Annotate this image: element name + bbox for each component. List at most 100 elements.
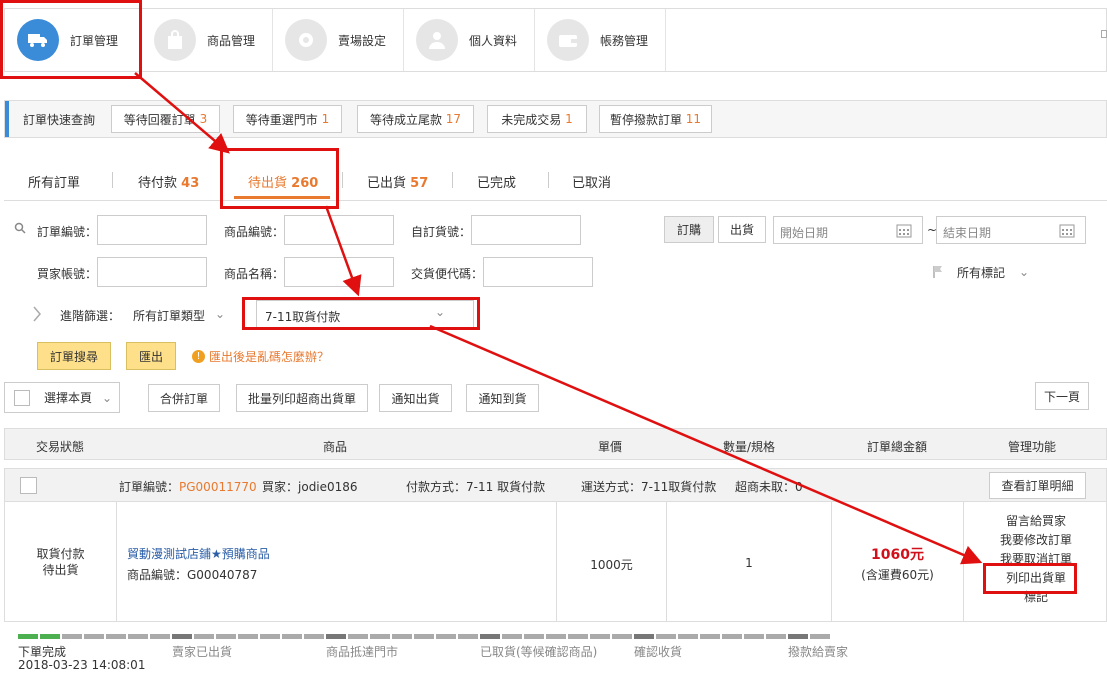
batch-print-button[interactable]: 批量列印超商出貨單: [236, 384, 368, 412]
end-date-input[interactable]: 結束日期: [936, 216, 1086, 244]
transaction-status: 取貨付款 待出貨: [36, 547, 85, 577]
nav-item-accounting[interactable]: 帳務管理: [535, 9, 666, 71]
header-total: 訂單總金額: [867, 440, 928, 454]
progress-segment: [172, 634, 192, 639]
buyer-account-label: 買家帳號：: [37, 267, 98, 281]
progress-step-picked-up: 已取貨(等候確認商品): [480, 645, 598, 659]
header-quantity: 數量/規格: [723, 440, 776, 454]
header-product: 商品: [323, 440, 348, 454]
tab-divider: [548, 172, 549, 188]
notify-arrive-button[interactable]: 通知到貨: [466, 384, 539, 412]
quick-paused-payout-button[interactable]: 暫停撥款訂單 11: [599, 105, 712, 133]
shipping-fee-note: (含運費60元): [861, 568, 934, 582]
order-number: 訂單編號：PG00011770: [119, 480, 257, 494]
product-name-input[interactable]: [284, 257, 394, 287]
tab-divider: [342, 172, 343, 188]
calendar-icon[interactable]: [1059, 223, 1075, 238]
progress-segment: [414, 634, 434, 639]
progress-segment: [568, 634, 588, 639]
header-status: 交易狀態: [36, 440, 85, 454]
tab-all-orders[interactable]: 所有訂單: [28, 172, 80, 191]
shopping-bag-icon: [154, 19, 196, 61]
garbled-help-link[interactable]: ! 匯出後是亂碼怎麼辦？: [192, 348, 329, 365]
progress-segment: [84, 634, 104, 639]
tab-pending-payment[interactable]: 待付款 43: [138, 172, 199, 191]
order-number-input[interactable]: [97, 215, 207, 245]
header-unit-price: 單價: [598, 440, 623, 454]
quick-query-title: 訂單快速查詢: [23, 113, 96, 127]
unit-price: 1000元: [590, 558, 633, 572]
progress-segment: [370, 634, 390, 639]
quick-reselect-store-button[interactable]: 等待重選門市 1: [233, 105, 342, 133]
advanced-filter-label: 進階篩選：: [60, 309, 121, 323]
gear-icon: [285, 19, 327, 61]
product-number-input[interactable]: [284, 215, 394, 245]
progress-segment: [436, 634, 456, 639]
progress-segment: [282, 634, 302, 639]
product-name-label: 商品名稱：: [224, 267, 285, 281]
buyer-account-input[interactable]: [97, 257, 207, 287]
tab-divider: [452, 172, 453, 188]
nav-label-profile: 個人資料: [469, 33, 518, 48]
select-page-dropdown[interactable]: 選擇本頁 ⌄: [4, 382, 120, 413]
order-total: 1060元: [871, 547, 924, 563]
next-page-button[interactable]: 下一頁: [1035, 382, 1089, 410]
progress-segment: [392, 634, 412, 639]
tab-shipped[interactable]: 已出貨 57: [367, 172, 428, 191]
progress-segment: [788, 634, 808, 639]
search-icon: [14, 222, 26, 234]
progress-segment: [810, 634, 830, 639]
nav-item-profile[interactable]: 個人資料: [404, 9, 535, 71]
quick-incomplete-button[interactable]: 未完成交易 1: [487, 105, 587, 133]
annotation-box-pending-tab: [220, 148, 339, 209]
progress-segment: [612, 634, 632, 639]
quick-awaiting-reply-button[interactable]: 等待回覆訂單 3: [111, 105, 220, 133]
tabs-divider: [4, 200, 1107, 201]
message-buyer-link[interactable]: 留言給買家: [964, 512, 1107, 531]
quick-final-payment-button[interactable]: 等待成立尾款 17: [357, 105, 474, 133]
person-icon: [416, 19, 458, 61]
date-type-ship-button[interactable]: 出貨: [718, 216, 766, 243]
chevron-down-icon: ⌄: [1019, 265, 1030, 279]
merge-orders-button[interactable]: 合併訂單: [148, 384, 220, 412]
product-name-link[interactable]: 貿動漫測試店鋪★預購商品: [127, 545, 270, 562]
date-type-order-button[interactable]: 訂購: [664, 216, 714, 243]
notify-ship-button[interactable]: 通知出貨: [379, 384, 452, 412]
progress-segment: [62, 634, 82, 639]
start-date-input[interactable]: 開始日期: [773, 216, 923, 244]
order-checkbox[interactable]: [20, 477, 37, 494]
buyer-name: 買家：jodie0186: [262, 480, 358, 494]
chevron-down-icon: ⌄: [102, 390, 113, 405]
custom-number-input[interactable]: [471, 215, 581, 245]
nav-label-accounting: 帳務管理: [600, 33, 649, 48]
progress-timestamp: 2018-03-23 14:08:01: [18, 658, 146, 672]
product-number-label: 商品編號：: [224, 225, 285, 239]
order-header-row: 訂單編號：PG00011770 買家：jodie0186 付款方式：7-11 取…: [4, 468, 1107, 502]
delivery-code-input[interactable]: [483, 257, 593, 287]
modify-order-link[interactable]: 我要修改訂單: [964, 531, 1107, 550]
order-row: 取貨付款 待出貨 貿動漫測試店鋪★預購商品 商品編號：G00040787 100…: [4, 502, 1107, 622]
export-button[interactable]: 匯出: [126, 342, 176, 370]
select-page-checkbox[interactable]: [14, 389, 30, 406]
annotation-box-orders-nav: [0, 0, 142, 79]
progress-segment: [700, 634, 720, 639]
info-icon: !: [192, 350, 205, 363]
nav-item-products[interactable]: 商品管理: [142, 9, 273, 71]
order-type-dropdown[interactable]: 所有訂單類型 ⌄: [133, 307, 225, 324]
progress-step-payout: 撥款給賣家: [788, 645, 849, 659]
quick-query-bar: 訂單快速查詢 等待回覆訂單 3 等待重選門市 1 等待成立尾款 17 未完成交易…: [4, 100, 1107, 138]
nav-item-store-settings[interactable]: 賣場設定: [273, 9, 404, 71]
chevron-down-icon: ⌄: [215, 307, 226, 321]
order-search-button[interactable]: 訂單搜尋: [37, 342, 111, 370]
tab-cancelled[interactable]: 已取消: [572, 172, 611, 191]
progress-segment: [678, 634, 698, 639]
progress-segment: [260, 634, 280, 639]
tab-completed[interactable]: 已完成: [477, 172, 516, 191]
view-order-details-button[interactable]: 查看訂單明細: [989, 472, 1086, 499]
mark-filter-dropdown[interactable]: 所有標記 ⌄: [932, 263, 1029, 281]
progress-step-seller-shipped: 賣家已出貨: [172, 645, 233, 659]
wallet-icon: [547, 19, 589, 61]
calendar-icon[interactable]: [896, 223, 912, 238]
progress-segment: [480, 634, 500, 639]
chevron-right-icon[interactable]: [32, 306, 42, 322]
